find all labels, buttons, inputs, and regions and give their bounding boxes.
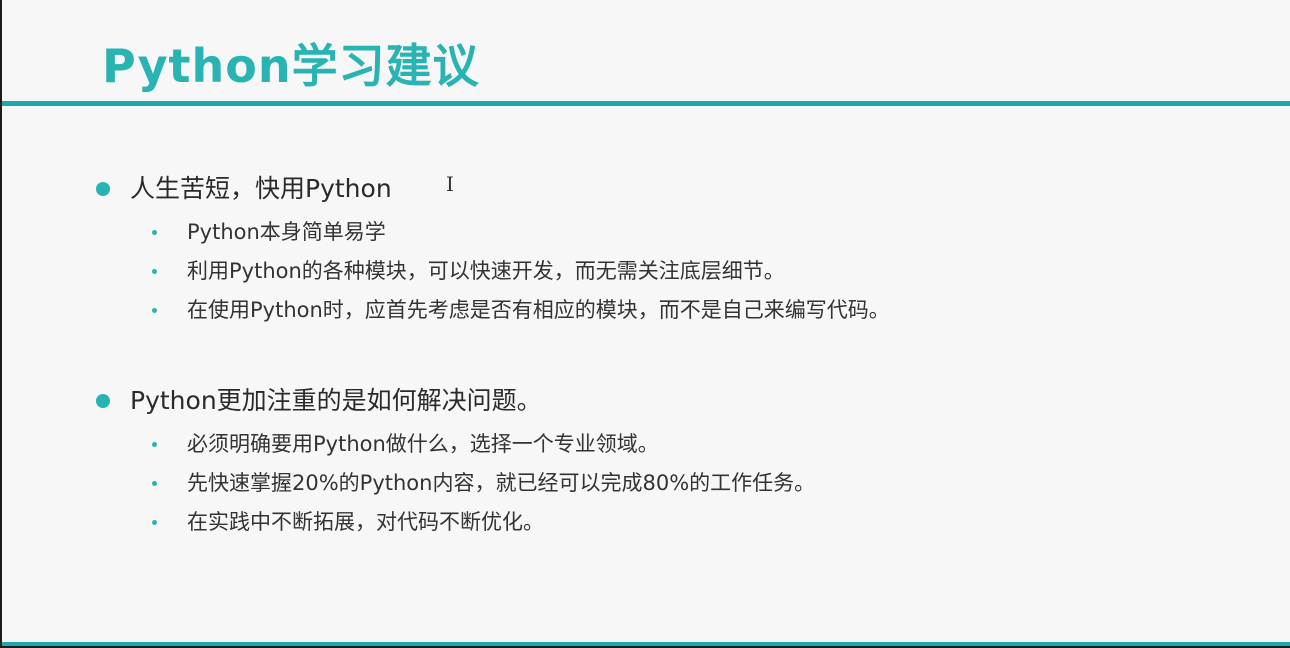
main-bullet: Python更加注重的是如何解决问题。 — [2, 378, 1290, 426]
bullet-sections: 人生苦短，快用Python I Python本身简单易学 利用Python的各种… — [2, 0, 1290, 646]
sub-bullet: 先快速掌握20%的Python内容，就已经可以完成80%的工作任务。 — [2, 465, 1290, 504]
sub-bullet-dot-icon — [152, 308, 157, 313]
text-cursor-icon: I — [446, 172, 454, 196]
sub-bullet-text: 必须明确要用Python做什么，选择一个专业领域。 — [187, 432, 659, 456]
sub-bullet-dot-icon — [152, 269, 157, 274]
bullet-section: Python更加注重的是如何解决问题。 必须明确要用Python做什么，选择一个… — [2, 378, 1290, 543]
sub-bullet-list: 必须明确要用Python做什么，选择一个专业领域。 先快速掌握20%的Pytho… — [2, 426, 1290, 543]
sub-bullet-text: 在使用Python时，应首先考虑是否有相应的模块，而不是自己来编写代码。 — [187, 298, 890, 322]
sub-bullet-dot-icon — [152, 481, 157, 486]
sub-bullet: Python本身简单易学 — [2, 214, 1290, 253]
bottom-divider — [2, 642, 1290, 646]
sub-bullet-text: 利用Python的各种模块，可以快速开发，而无需关注底层细节。 — [187, 259, 785, 283]
sub-bullet-text: 先快速掌握20%的Python内容，就已经可以完成80%的工作任务。 — [187, 471, 816, 495]
bullet-dot-icon — [96, 182, 110, 196]
sub-bullet-list: Python本身简单易学 利用Python的各种模块，可以快速开发，而无需关注底… — [2, 214, 1290, 331]
sub-bullet-dot-icon — [152, 230, 157, 235]
sub-bullet: 利用Python的各种模块，可以快速开发，而无需关注底层细节。 — [2, 253, 1290, 292]
bullet-dot-icon — [96, 394, 110, 408]
presentation-slide: Python学习建议 人生苦短，快用Python I Python本身简单易学 … — [2, 0, 1290, 646]
sub-bullet-dot-icon — [152, 520, 157, 525]
sub-bullet: 必须明确要用Python做什么，选择一个专业领域。 — [2, 426, 1290, 465]
sub-bullet: 在实践中不断拓展，对代码不断优化。 — [2, 504, 1290, 543]
main-bullet-text: 人生苦短，快用Python — [130, 174, 392, 203]
sub-bullet-dot-icon — [152, 442, 157, 447]
main-bullet-text: Python更加注重的是如何解决问题。 — [130, 386, 542, 415]
sub-bullet-text: 在实践中不断拓展，对代码不断优化。 — [187, 510, 544, 534]
sub-bullet: 在使用Python时，应首先考虑是否有相应的模块，而不是自己来编写代码。 — [2, 292, 1290, 331]
main-bullet: 人生苦短，快用Python I — [2, 166, 1290, 214]
sub-bullet-text: Python本身简单易学 — [187, 220, 386, 244]
bullet-section: 人生苦短，快用Python I Python本身简单易学 利用Python的各种… — [2, 166, 1290, 331]
